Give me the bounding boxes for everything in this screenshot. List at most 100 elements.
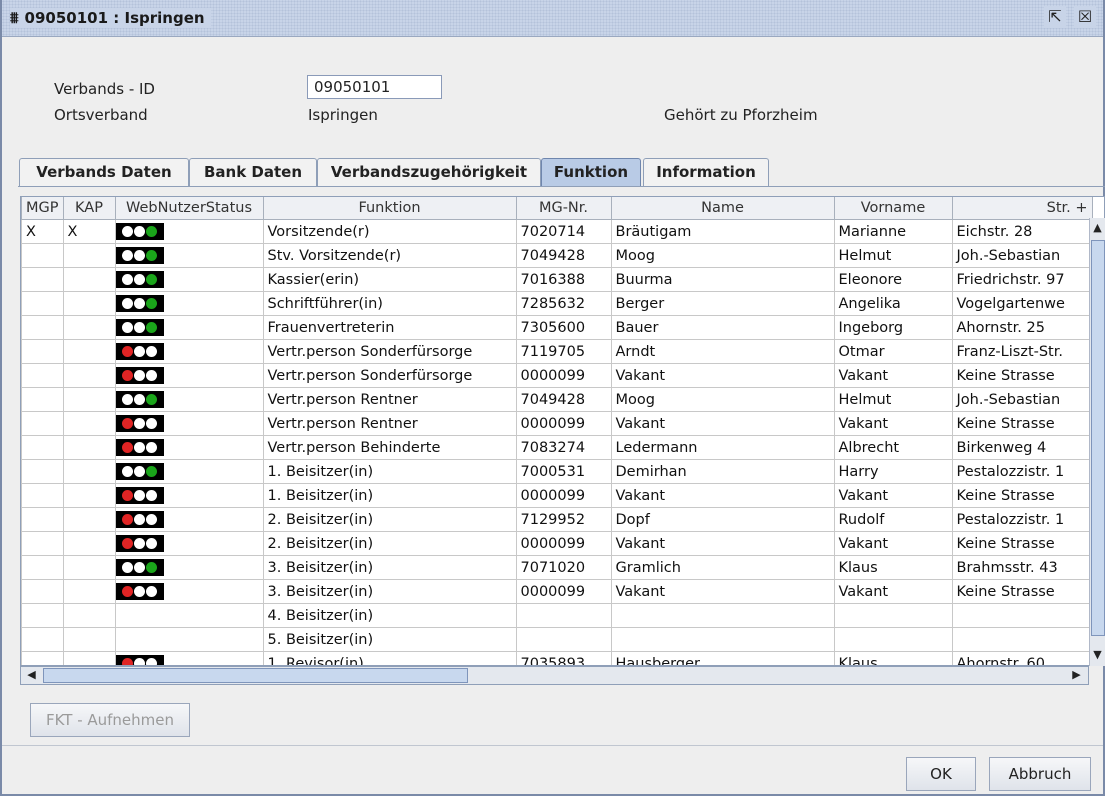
cell-str[interactable] <box>951 603 1093 628</box>
cell-mgp[interactable] <box>21 387 64 412</box>
table-row[interactable]: Vertr.person Rentner 0000099 Vakant Vakant K… <box>21 411 1093 436</box>
cell-kap[interactable] <box>62 483 116 508</box>
cell-funktion[interactable]: Vertr.person Rentner <box>262 411 517 436</box>
cell-str[interactable]: Brahmsstr. 43 <box>951 555 1093 580</box>
cell-webnutzerstatus[interactable] <box>114 267 264 292</box>
cell-name[interactable]: Bauer <box>610 315 835 340</box>
cell-str[interactable]: Ahornstr. 60 <box>951 651 1093 665</box>
cell-mgnr[interactable]: 7000531 <box>515 459 612 484</box>
cell-vorname[interactable]: Vakant <box>833 531 953 556</box>
cell-webnutzerstatus[interactable] <box>114 627 264 652</box>
cell-webnutzerstatus[interactable] <box>114 579 264 604</box>
cell-kap[interactable] <box>62 579 116 604</box>
fkt-aufnehmen-button[interactable]: FKT - Aufnehmen <box>30 703 190 737</box>
cell-name[interactable]: Vakant <box>610 483 835 508</box>
table-row[interactable]: 2. Beisitzer(in) 7129952 Dopf Rudolf Pestalo… <box>21 507 1093 532</box>
cell-funktion[interactable]: Vertr.person Behinderte <box>262 435 517 460</box>
col-header-webnutzerstatus[interactable]: WebNutzerStatus <box>114 197 264 220</box>
cell-funktion[interactable]: 1. Revisor(in) <box>262 651 517 665</box>
table-row[interactable]: Vertr.person Behinderte 7083274 Ledermann A… <box>21 435 1093 460</box>
verbands-id-field[interactable] <box>307 75 442 99</box>
cell-mgnr[interactable]: 7049428 <box>515 387 612 412</box>
cell-mgnr[interactable]: 0000099 <box>515 579 612 604</box>
cell-mgp[interactable] <box>21 603 64 628</box>
cell-name[interactable]: Arndt <box>610 339 835 364</box>
table-row[interactable]: 2. Beisitzer(in) 0000099 Vakant Vakant Keine… <box>21 531 1093 556</box>
tab-bank-daten[interactable]: Bank Daten <box>189 158 317 186</box>
cell-webnutzerstatus[interactable] <box>114 507 264 532</box>
cell-webnutzerstatus[interactable] <box>114 291 264 316</box>
cell-vorname[interactable]: Vakant <box>833 411 953 436</box>
cell-vorname[interactable]: Angelika <box>833 291 953 316</box>
cell-name[interactable]: Ledermann <box>610 435 835 460</box>
cell-vorname[interactable]: Klaus <box>833 555 953 580</box>
col-header-mgp[interactable]: MGP <box>21 197 64 220</box>
horizontal-scroll-thumb[interactable] <box>43 668 468 683</box>
cell-webnutzerstatus[interactable] <box>114 531 264 556</box>
cell-vorname[interactable]: Klaus <box>833 651 953 665</box>
cell-mgp[interactable] <box>21 291 64 316</box>
table-row[interactable]: Vertr.person Sonderfürsorge 7119705 Arndt O… <box>21 339 1093 364</box>
close-icon[interactable]: ☒ <box>1074 6 1096 28</box>
cell-str[interactable]: Keine Strasse <box>951 579 1093 604</box>
cell-name[interactable]: Vakant <box>610 531 835 556</box>
col-header-funktion[interactable]: Funktion <box>262 197 517 220</box>
cell-webnutzerstatus[interactable] <box>114 555 264 580</box>
cell-funktion[interactable]: 3. Beisitzer(in) <box>262 579 517 604</box>
cell-str[interactable]: Eichstr. 28 <box>951 219 1093 244</box>
table-row[interactable]: Schriftführer(in) 7285632 Berger Angelika Vo… <box>21 291 1093 316</box>
cell-mgp[interactable]: X <box>21 219 64 244</box>
table-row[interactable]: 3. Beisitzer(in) 0000099 Vakant Vakant Keine… <box>21 579 1093 604</box>
table-row[interactable]: 1. Beisitzer(in) 7000531 Demirhan Harry Pest… <box>21 459 1093 484</box>
cell-funktion[interactable]: Kassier(erin) <box>262 267 517 292</box>
cell-str[interactable]: Pestalozzistr. 1 <box>951 459 1093 484</box>
cell-name[interactable]: Vakant <box>610 363 835 388</box>
cell-mgp[interactable] <box>21 651 64 665</box>
cell-kap[interactable] <box>62 555 116 580</box>
cell-funktion[interactable]: 5. Beisitzer(in) <box>262 627 517 652</box>
cell-webnutzerstatus[interactable] <box>114 219 264 244</box>
cell-mgnr[interactable]: 0000099 <box>515 411 612 436</box>
cell-vorname[interactable] <box>833 603 953 628</box>
cell-funktion[interactable]: Frauenvertreterin <box>262 315 517 340</box>
scroll-left-icon[interactable]: ◀ <box>24 668 39 681</box>
tab-verbandszugehoerigkeit[interactable]: Verbandszugehörigkeit <box>317 158 541 186</box>
cell-str[interactable]: Keine Strasse <box>951 531 1093 556</box>
cell-kap[interactable] <box>62 603 116 628</box>
cell-mgnr[interactable]: 7305600 <box>515 315 612 340</box>
cell-mgp[interactable] <box>21 507 64 532</box>
cell-kap[interactable] <box>62 531 116 556</box>
title-bar[interactable]: ⩩ 09050101 : Ispringen ⇱ ☒ <box>2 0 1103 37</box>
cell-vorname[interactable] <box>833 627 953 652</box>
cell-mgp[interactable] <box>21 531 64 556</box>
cell-str[interactable]: Joh.-Sebastian <box>951 243 1093 268</box>
cell-kap[interactable] <box>62 315 116 340</box>
cell-mgnr[interactable] <box>515 627 612 652</box>
cell-mgp[interactable] <box>21 411 64 436</box>
cell-name[interactable]: Moog <box>610 387 835 412</box>
cell-mgnr[interactable]: 7035893 <box>515 651 612 665</box>
cell-webnutzerstatus[interactable] <box>114 459 264 484</box>
col-header-vorname[interactable]: Vorname <box>833 197 953 220</box>
cell-webnutzerstatus[interactable] <box>114 411 264 436</box>
cell-funktion[interactable]: Vertr.person Sonderfürsorge <box>262 363 517 388</box>
cell-mgnr[interactable]: 7020714 <box>515 219 612 244</box>
table-row[interactable]: X X Vorsitzende(r) 7020714 Bräutigam Marianne… <box>21 219 1093 244</box>
cell-funktion[interactable]: 1. Beisitzer(in) <box>262 459 517 484</box>
cell-kap[interactable] <box>62 651 116 665</box>
cell-webnutzerstatus[interactable] <box>114 435 264 460</box>
table-row[interactable]: 3. Beisitzer(in) 7071020 Gramlich Klaus Brah… <box>21 555 1093 580</box>
cell-vorname[interactable]: Marianne <box>833 219 953 244</box>
cell-vorname[interactable]: Albrecht <box>833 435 953 460</box>
col-header-kap[interactable]: KAP <box>62 197 116 220</box>
table-row[interactable]: Kassier(erin) 7016388 Buurma Eleonore Friedr… <box>21 267 1093 292</box>
cell-mgp[interactable] <box>21 243 64 268</box>
cell-mgp[interactable] <box>21 459 64 484</box>
tab-funktion[interactable]: Funktion <box>541 158 641 186</box>
cell-kap[interactable] <box>62 459 116 484</box>
cell-str[interactable]: Pestalozzistr. 1 <box>951 507 1093 532</box>
cell-webnutzerstatus[interactable] <box>114 387 264 412</box>
cell-mgnr[interactable]: 7071020 <box>515 555 612 580</box>
cell-kap[interactable] <box>62 507 116 532</box>
cell-mgp[interactable] <box>21 339 64 364</box>
